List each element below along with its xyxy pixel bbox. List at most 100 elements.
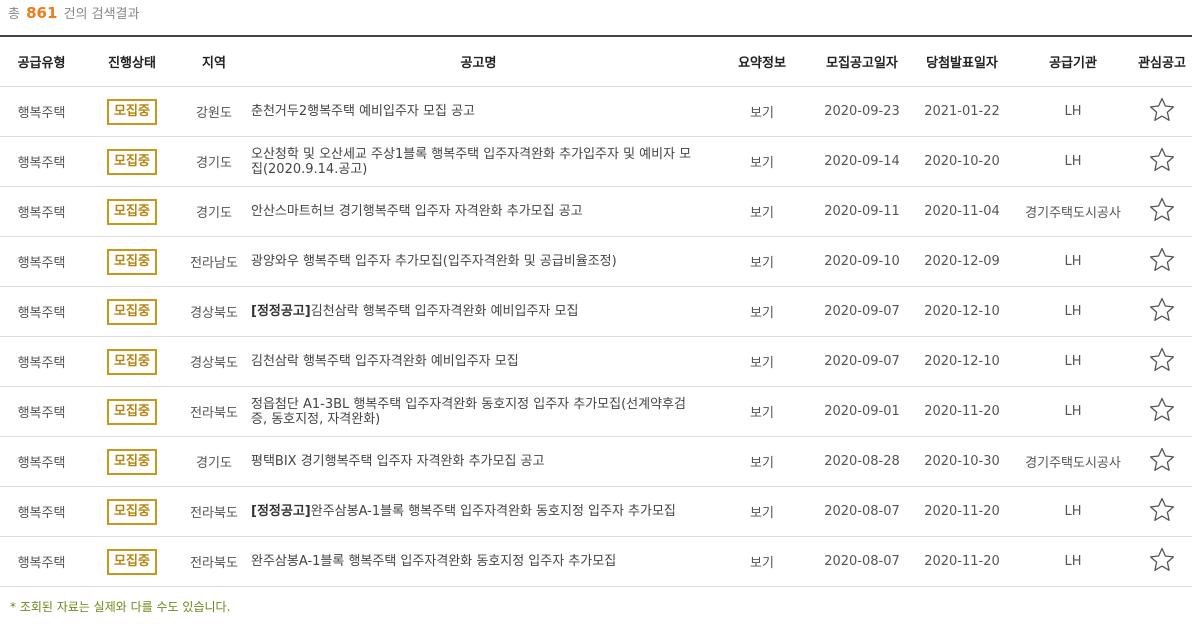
cell-title: 안산스마트허브 경기행복주택 입주자 자격완화 추가모집 공고 bbox=[247, 186, 710, 237]
cell-favorite bbox=[1132, 486, 1192, 537]
cell-type: 행복주택 bbox=[0, 86, 83, 137]
table-row: 행복주택 모집중 전라북도 완주삼봉A-1블록 행복주택 입주자격완화 동호지정 입주… bbox=[0, 536, 1192, 587]
cell-type: 행복주택 bbox=[0, 386, 83, 437]
notice-title: 춘천거두2행복주택 예비입주자 모집 공고 bbox=[251, 104, 475, 119]
summary-view-link[interactable]: 보기 bbox=[750, 356, 774, 371]
cell-favorite bbox=[1132, 136, 1192, 187]
col-header-status: 진행상태 bbox=[83, 36, 181, 87]
notice-title-link[interactable]: 정읍첨단 A1-3BL 행복주택 입주자격완화 동호지정 입주자 추가모집(선계… bbox=[251, 397, 686, 427]
correction-tag: [정정공고] bbox=[251, 304, 311, 319]
table-header-row: 공급유형 진행상태 지역 공고명 요약정보 모집공고일자 당첨발표일자 공급기관… bbox=[0, 36, 1192, 87]
status-badge: 모집중 bbox=[107, 248, 157, 275]
cell-region: 전라북도 bbox=[181, 386, 247, 437]
summary-view-link[interactable]: 보기 bbox=[750, 256, 774, 271]
cell-type: 행복주택 bbox=[0, 336, 83, 387]
notice-title: 오산청학 및 오산세교 주상1블록 행복주택 입주자격완화 추가입주자 및 예비… bbox=[251, 146, 692, 177]
notice-title-link[interactable]: [정정공고]김천삼락 행복주택 입주자격완화 예비입주자 모집 bbox=[251, 304, 578, 319]
cell-agency: 경기주택도시공사 bbox=[1014, 436, 1132, 487]
table-row: 행복주택 모집중 경기도 평택BIX 경기행복주택 입주자 자격완화 추가모집 공고 보… bbox=[0, 436, 1192, 487]
notice-title-link[interactable]: 춘천거두2행복주택 예비입주자 모집 공고 bbox=[251, 104, 475, 119]
notice-title-link[interactable]: 평택BIX 경기행복주택 입주자 자격완화 추가모집 공고 bbox=[251, 454, 544, 469]
summary-view-link[interactable]: 보기 bbox=[750, 556, 774, 571]
cell-announce-date: 2020-12-10 bbox=[910, 336, 1014, 387]
cell-status: 모집중 bbox=[83, 336, 181, 387]
cell-region: 전라남도 bbox=[181, 236, 247, 287]
cell-title: 완주삼봉A-1블록 행복주택 입주자격완화 동호지정 입주자 추가모집 bbox=[247, 536, 710, 587]
summary-prefix: 총 bbox=[8, 7, 20, 22]
star-outline-icon[interactable] bbox=[1148, 296, 1176, 324]
cell-notice-date: 2020-09-07 bbox=[814, 286, 910, 337]
cell-announce-date: 2021-01-22 bbox=[910, 86, 1014, 137]
table-row: 행복주택 모집중 경상북도 김천삼락 행복주택 입주자격완화 예비입주자 모집 보기 20… bbox=[0, 336, 1192, 387]
status-badge: 모집중 bbox=[107, 198, 157, 225]
star-outline-icon[interactable] bbox=[1148, 546, 1176, 574]
cell-agency: LH bbox=[1014, 286, 1132, 337]
cell-summary: 보기 bbox=[710, 336, 814, 387]
cell-favorite bbox=[1132, 236, 1192, 287]
notice-title-link[interactable]: 안산스마트허브 경기행복주택 입주자 자격완화 추가모집 공고 bbox=[251, 204, 583, 219]
status-badge: 모집중 bbox=[107, 148, 157, 175]
cell-announce-date: 2020-11-20 bbox=[910, 486, 1014, 537]
results-table: 공급유형 진행상태 지역 공고명 요약정보 모집공고일자 당첨발표일자 공급기관… bbox=[0, 35, 1192, 587]
cell-type: 행복주택 bbox=[0, 436, 83, 487]
cell-favorite bbox=[1132, 186, 1192, 237]
table-row: 행복주택 모집중 전라북도 정읍첨단 A1-3BL 행복주택 입주자격완화 동호지정 … bbox=[0, 386, 1192, 437]
notice-title-link[interactable]: [정정공고]완주삼봉A-1블록 행복주택 입주자격완화 동호지정 입주자 추가모… bbox=[251, 504, 676, 519]
cell-favorite bbox=[1132, 536, 1192, 587]
summary-view-link[interactable]: 보기 bbox=[750, 506, 774, 521]
cell-notice-date: 2020-08-07 bbox=[814, 536, 910, 587]
summary-view-link[interactable]: 보기 bbox=[750, 106, 774, 121]
summary-view-link[interactable]: 보기 bbox=[750, 206, 774, 221]
summary-view-link[interactable]: 보기 bbox=[750, 456, 774, 471]
notice-title-link[interactable]: 완주삼봉A-1블록 행복주택 입주자격완화 동호지정 입주자 추가모집 bbox=[251, 554, 616, 569]
star-outline-icon[interactable] bbox=[1148, 446, 1176, 474]
star-outline-icon[interactable] bbox=[1148, 146, 1176, 174]
star-outline-icon[interactable] bbox=[1148, 346, 1176, 374]
col-header-summary: 요약정보 bbox=[710, 36, 814, 87]
notice-title-link[interactable]: 김천삼락 행복주택 입주자격완화 예비입주자 모집 bbox=[251, 354, 519, 369]
star-outline-icon[interactable] bbox=[1148, 496, 1176, 524]
cell-region: 강원도 bbox=[181, 86, 247, 137]
status-badge: 모집중 bbox=[107, 98, 157, 125]
cell-summary: 보기 bbox=[710, 136, 814, 187]
star-outline-icon[interactable] bbox=[1148, 246, 1176, 274]
col-header-title: 공고명 bbox=[247, 36, 710, 87]
cell-favorite bbox=[1132, 386, 1192, 437]
table-row: 행복주택 모집중 전라남도 광양와우 행복주택 입주자 추가모집(입주자격완화 및 공… bbox=[0, 236, 1192, 287]
table-row: 행복주택 모집중 전라북도 [정정공고]완주삼봉A-1블록 행복주택 입주자격완화 동… bbox=[0, 486, 1192, 537]
col-header-favorite: 관심공고 bbox=[1132, 36, 1192, 87]
star-outline-icon[interactable] bbox=[1148, 396, 1176, 424]
cell-type: 행복주택 bbox=[0, 236, 83, 287]
status-badge: 모집중 bbox=[107, 348, 157, 375]
cell-title: 광양와우 행복주택 입주자 추가모집(입주자격완화 및 공급비율조정) bbox=[247, 236, 710, 287]
summary-view-link[interactable]: 보기 bbox=[750, 406, 774, 421]
notice-title-link[interactable]: 오산청학 및 오산세교 주상1블록 행복주택 입주자격완화 추가입주자 및 예비… bbox=[251, 147, 691, 177]
table-row: 행복주택 모집중 경기도 오산청학 및 오산세교 주상1블록 행복주택 입주자격완화 … bbox=[0, 136, 1192, 187]
cell-notice-date: 2020-09-14 bbox=[814, 136, 910, 187]
cell-agency: LH bbox=[1014, 536, 1132, 587]
cell-region: 전라북도 bbox=[181, 536, 247, 587]
summary-view-link[interactable]: 보기 bbox=[750, 156, 774, 171]
cell-region: 경상북도 bbox=[181, 336, 247, 387]
star-outline-icon[interactable] bbox=[1148, 96, 1176, 124]
notice-title-link[interactable]: 광양와우 행복주택 입주자 추가모집(입주자격완화 및 공급비율조정) bbox=[251, 254, 617, 269]
cell-type: 행복주택 bbox=[0, 486, 83, 537]
summary-view-link[interactable]: 보기 bbox=[750, 306, 774, 321]
cell-notice-date: 2020-09-23 bbox=[814, 86, 910, 137]
cell-agency: LH bbox=[1014, 486, 1132, 537]
cell-type: 행복주택 bbox=[0, 186, 83, 237]
cell-status: 모집중 bbox=[83, 386, 181, 437]
star-outline-icon[interactable] bbox=[1148, 196, 1176, 224]
cell-announce-date: 2020-11-04 bbox=[910, 186, 1014, 237]
cell-notice-date: 2020-09-01 bbox=[814, 386, 910, 437]
cell-type: 행복주택 bbox=[0, 536, 83, 587]
cell-announce-date: 2020-11-20 bbox=[910, 536, 1014, 587]
cell-agency: LH bbox=[1014, 236, 1132, 287]
cell-favorite bbox=[1132, 336, 1192, 387]
cell-title: 평택BIX 경기행복주택 입주자 자격완화 추가모집 공고 bbox=[247, 436, 710, 487]
cell-announce-date: 2020-11-20 bbox=[910, 386, 1014, 437]
table-row: 행복주택 모집중 경상북도 [정정공고]김천삼락 행복주택 입주자격완화 예비입주자 … bbox=[0, 286, 1192, 337]
cell-announce-date: 2020-10-20 bbox=[910, 136, 1014, 187]
cell-region: 경기도 bbox=[181, 436, 247, 487]
cell-summary: 보기 bbox=[710, 286, 814, 337]
